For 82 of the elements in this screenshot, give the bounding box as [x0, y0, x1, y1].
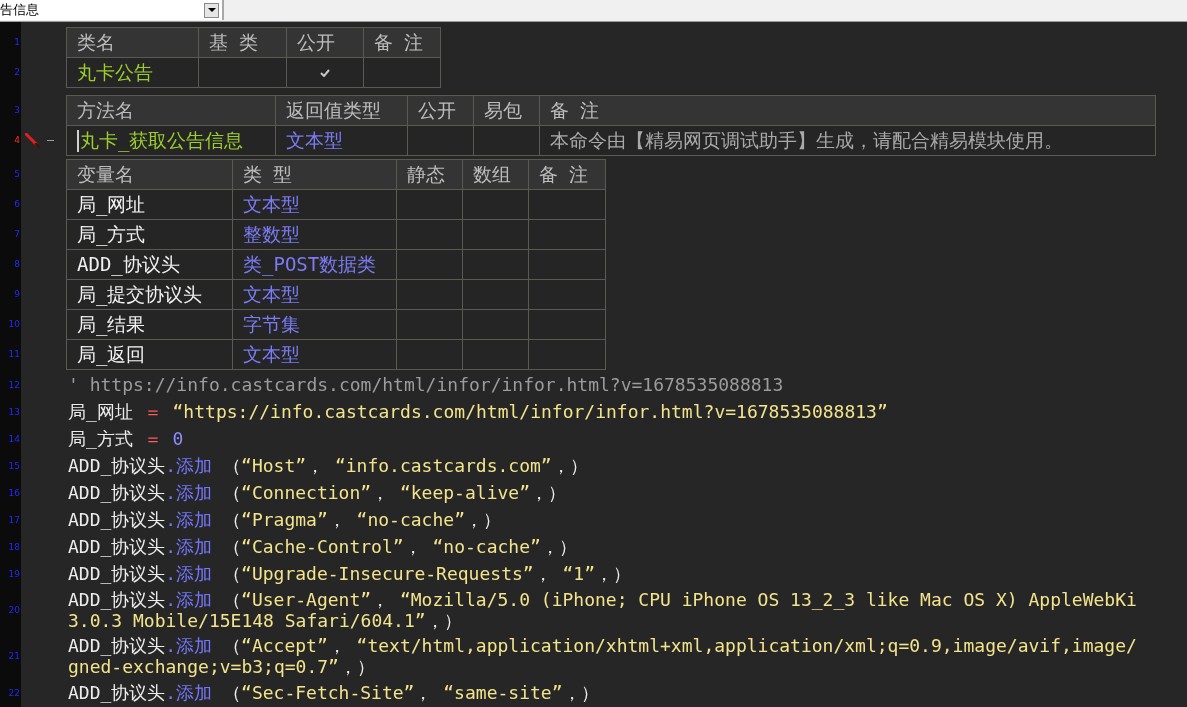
line-number: 14 — [8, 433, 21, 444]
minus-icon — [47, 139, 54, 141]
table-cell: 整数型 — [233, 220, 396, 249]
line-number: 8 — [14, 259, 21, 269]
code-line: ADD_协议头.添加 （“Host”， “info.castcards.com”，） — [68, 454, 588, 478]
table-cell: 局_方式 — [67, 220, 232, 249]
table-cell: 丸卡公告 — [67, 58, 198, 87]
column-header: 备 注 — [529, 160, 605, 189]
column-header: 备 注 — [540, 96, 1155, 125]
table-cell: 文本型 — [233, 280, 396, 309]
line-number: 6 — [14, 199, 21, 209]
column-header: 类 型 — [233, 160, 396, 189]
code-line: ADD_协议头.添加 （“Sec-Fetch-Site”， “same-site”，） — [68, 681, 599, 705]
code-line: 局_方式 ＝ 0 — [68, 427, 184, 451]
line-number: 3 — [14, 105, 21, 115]
table-cell: 文本型 — [276, 126, 407, 155]
table-cell: 局_结果 — [67, 310, 232, 339]
line-number: 21 — [8, 651, 21, 661]
dropdown-button[interactable] — [204, 2, 219, 18]
table-cell — [397, 190, 462, 219]
line-number: 18 — [8, 541, 21, 552]
table-cell: 文本型 — [233, 190, 396, 219]
table-cell — [463, 280, 528, 309]
method-name: 丸卡_获取公告信息 — [80, 128, 244, 154]
column-header: 易包 — [474, 96, 539, 125]
line-number: 4 — [14, 135, 21, 145]
column-header: 返回值类型 — [276, 96, 407, 125]
line-number: 10 — [8, 319, 21, 329]
table-cell — [397, 220, 462, 249]
line-number: 11 — [8, 349, 21, 359]
line-number: 7 — [14, 229, 21, 239]
table-cell — [474, 126, 539, 155]
table-cell — [397, 280, 462, 309]
line-number: 20 — [8, 605, 21, 615]
table-cell — [463, 340, 528, 369]
line-number: 2 — [14, 67, 21, 77]
code-line: ADD_协议头.添加 （“User-Agent”， “Mozilla/5.0 (iPhone; CPU iPhone OS 13_2_3 like Mac OS X) AppleWebKi 3.0.3 Mobile/15E148 Safari/604.1”，） — [68, 588, 1137, 633]
column-header: 备 注 — [364, 28, 440, 57]
code-line: ADD_协议头.添加 （“Accept”， “text/html,application/xhtml+xml,application/xml;q=0.9,image/avif,image/ gned-exchange;v=b3;q=0.7”，） — [68, 634, 1137, 679]
column-header: 静态 — [397, 160, 462, 189]
code-line: ADD_协议头.添加 （“Cache-Control”， “no-cache”，） — [68, 535, 577, 559]
code-line: ADD_协议头.添加 （“Upgrade-Insecure-Requests”， “1”，） — [68, 562, 631, 586]
line-number: 1 — [14, 37, 21, 47]
line-number: 16 — [8, 487, 21, 498]
line-number: 17 — [8, 514, 21, 525]
table-cell: 局_提交协议头 — [67, 280, 232, 309]
table-cell: 局_网址 — [67, 190, 232, 219]
line-number: 5 — [14, 169, 21, 179]
table-cell: 文本型 — [233, 340, 396, 369]
line-number: 13 — [8, 406, 21, 417]
table-cell — [463, 310, 528, 339]
line-number: 12 — [8, 379, 21, 390]
module-dropdown[interactable]: 告信息 — [0, 0, 224, 20]
check-icon — [320, 68, 330, 77]
column-header: 变量名 — [67, 160, 232, 189]
table-cell — [463, 220, 528, 249]
column-header: 数组 — [463, 160, 528, 189]
table-cell: 类_POST数据类 — [233, 250, 396, 279]
code-line: ' https://info.castcards.com/html/infor/infor.html?v=1678535088813 — [68, 373, 784, 397]
code-line: ADD_协议头.添加 （“Pragma”， “no-cache”，） — [68, 508, 501, 532]
column-header: 公开 — [287, 28, 363, 57]
table-cell — [397, 340, 462, 369]
column-header: 类名 — [67, 28, 198, 57]
code-line: ADD_协议头.添加 （“Connection”， “keep-alive”，） — [68, 481, 566, 505]
line-number: 15 — [8, 460, 21, 471]
column-header: 基 类 — [199, 28, 286, 57]
table-cell — [463, 250, 528, 279]
table-cell — [397, 310, 462, 339]
code-line: 局_网址 ＝ “https://info.castcards.com/html/infor/infor.html?v=1678535088813” — [68, 400, 888, 424]
line-number: 19 — [8, 568, 21, 579]
column-header: 方法名 — [67, 96, 275, 125]
table-cell: 本命令由【精易网页调试助手】生成，请配合精易模块使用。 — [540, 126, 1155, 155]
table-cell: ADD_协议头 — [67, 250, 232, 279]
caret-down-icon — [207, 8, 216, 12]
text-cursor-icon — [77, 129, 79, 152]
table-cell: 局_返回 — [67, 340, 232, 369]
column-header: 公开 — [408, 96, 473, 125]
table-cell — [397, 250, 462, 279]
table-cell: 字节集 — [233, 310, 396, 339]
table-cell — [463, 190, 528, 219]
line-number: 9 — [14, 289, 21, 299]
line-number: 22 — [8, 687, 21, 698]
